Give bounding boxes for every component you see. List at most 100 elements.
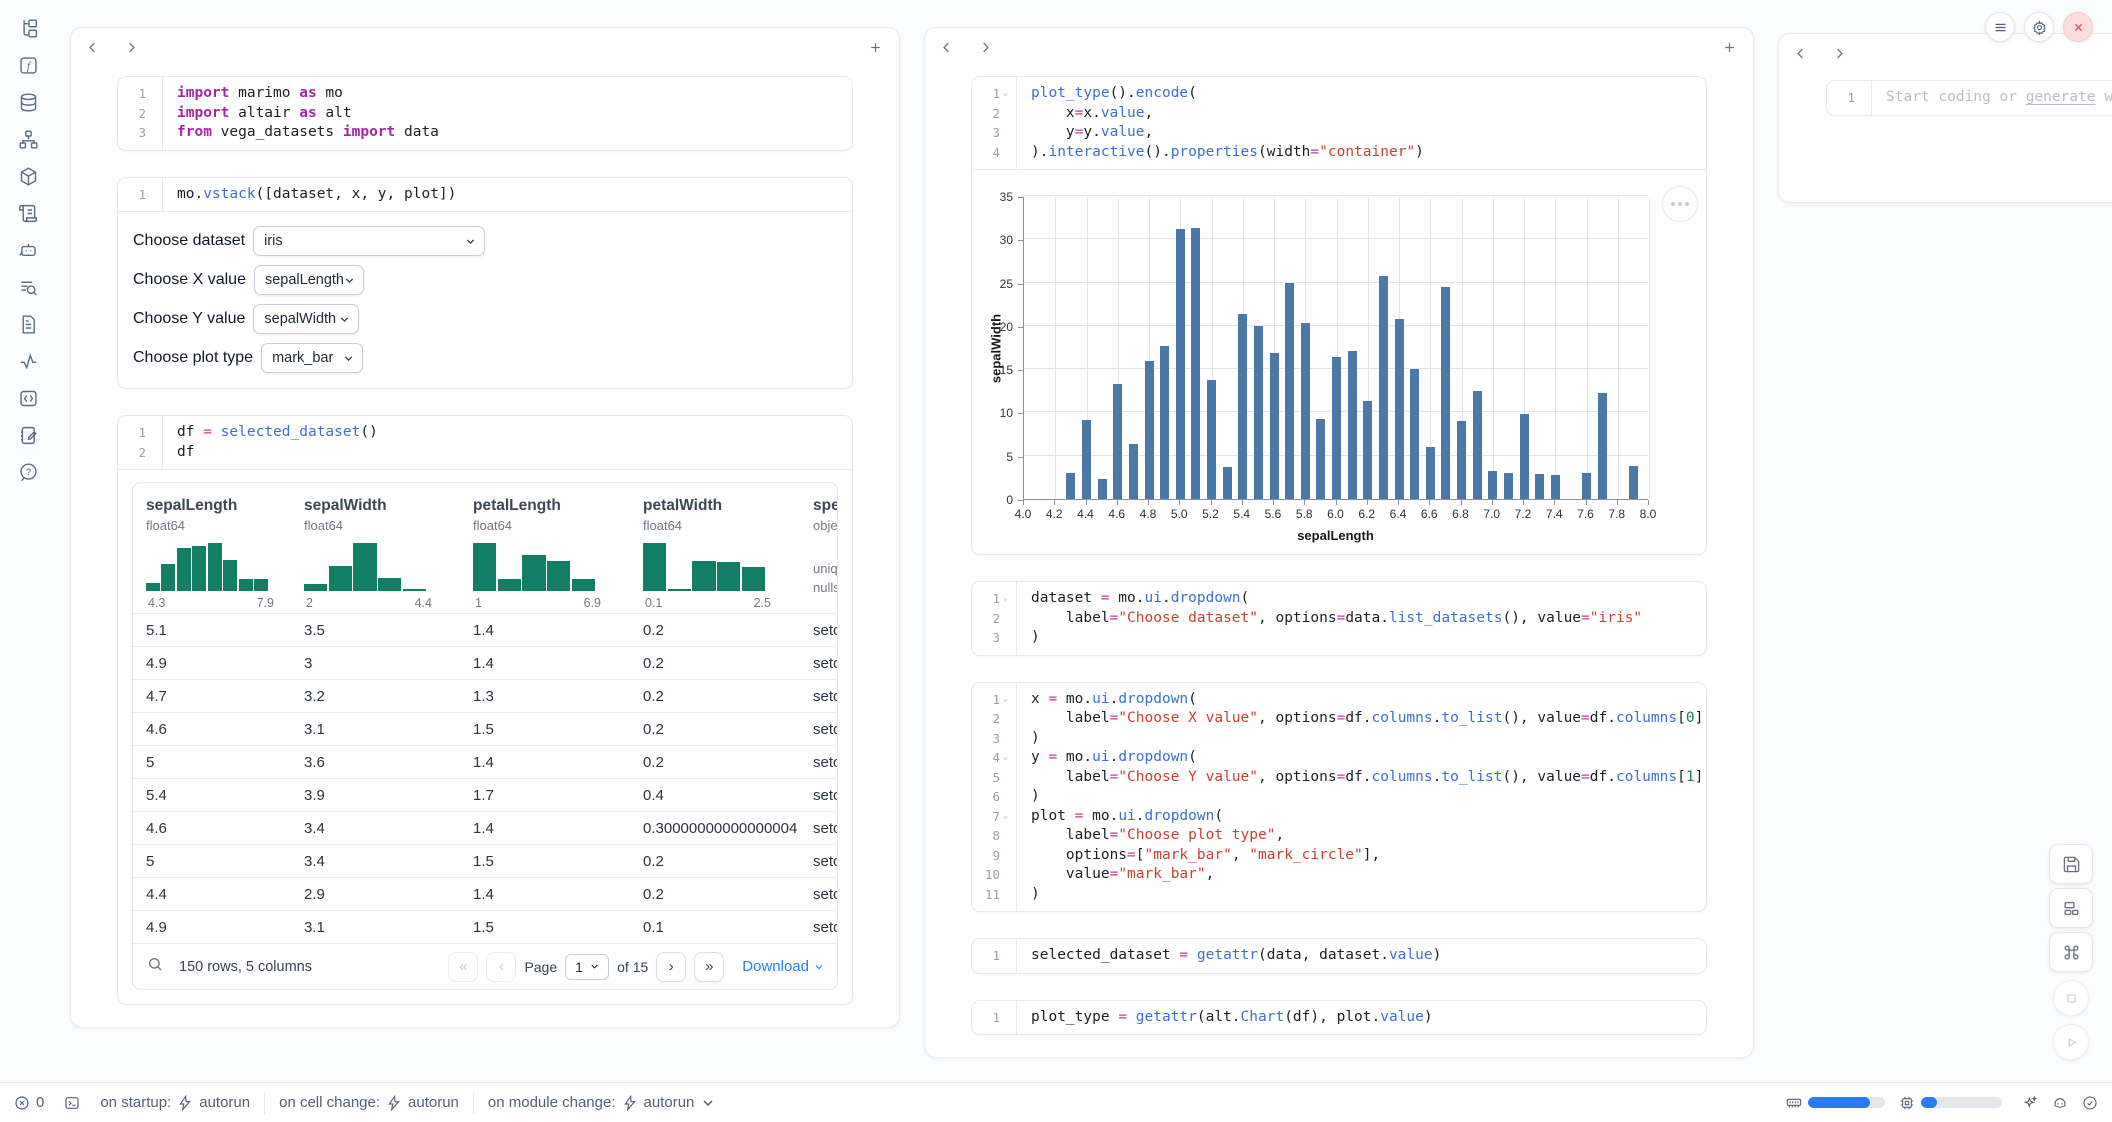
chevron-down-icon	[343, 274, 356, 287]
column-header[interactable]: sepalLengthfloat644.37.9	[133, 483, 291, 613]
check-circle-icon	[2082, 1095, 2098, 1111]
on-startup-setting[interactable]: on startup: autorun	[100, 1094, 250, 1111]
layout-button[interactable]	[2049, 888, 2093, 928]
on-module-change-setting[interactable]: on module change: autorun	[488, 1094, 716, 1111]
code-editor[interactable]: 1df = selected_dataset()2df	[118, 416, 852, 469]
code-line: 1⌄dataset = mo.ui.dropdown(	[972, 589, 1706, 609]
chart-bar	[1488, 471, 1497, 499]
copilot-button[interactable]	[2052, 1095, 2068, 1111]
code-editor[interactable]: 1⌄x = mo.ui.dropdown(2 label="Choose X v…	[972, 683, 1706, 912]
settings-gear-button[interactable]	[2024, 12, 2054, 42]
page-label: Page	[524, 959, 557, 975]
keyboard-shortcuts-button[interactable]	[2049, 932, 2093, 972]
chat-icon[interactable]	[16, 238, 40, 262]
code-editor[interactable]: 1selected_dataset = getattr(data, datase…	[972, 939, 1706, 973]
table-row[interactable]: 4.931.40.2setosa	[133, 646, 837, 679]
code-editor[interactable]: 1plot_type = getattr(alt.Chart(df), plot…	[972, 1001, 1706, 1035]
column-header[interactable]: sepalWidthfloat6424.4	[291, 483, 460, 613]
ram-usage[interactable]	[1786, 1095, 1885, 1111]
chart-bar	[1160, 346, 1169, 499]
add-cell-icon[interactable]	[868, 40, 883, 55]
on-cell-change-setting[interactable]: on cell change: autorun	[279, 1094, 459, 1111]
altair-chart[interactable]: 051015202530354.04.24.44.64.85.05.25.45.…	[972, 170, 1706, 554]
chevron-right-icon[interactable]	[124, 40, 139, 55]
outline-icon[interactable]	[16, 275, 40, 299]
column-header[interactable]: petalWidthfloat640.12.5	[630, 483, 800, 613]
datasources-icon[interactable]	[16, 90, 40, 114]
stop-button[interactable]	[2053, 980, 2089, 1016]
code-editor[interactable]: 1import marimo as mo2import altair as al…	[118, 77, 852, 150]
cpu-usage[interactable]	[1899, 1095, 2002, 1111]
chevron-left-icon[interactable]	[85, 40, 100, 55]
chevron-right-icon[interactable]	[1832, 46, 1847, 61]
column-histogram	[304, 543, 426, 591]
logs-icon[interactable]	[16, 201, 40, 225]
add-cell-icon[interactable]	[1722, 40, 1737, 55]
download-button[interactable]: Download	[742, 958, 825, 975]
chart-bar	[1223, 467, 1232, 499]
chart-bar	[1191, 228, 1200, 499]
table-row[interactable]: 5.13.51.40.2setosa	[133, 613, 837, 646]
help-icon[interactable]: ?	[16, 460, 40, 484]
table-row[interactable]: 5.43.91.70.4setosa	[133, 778, 837, 811]
dropdown-select[interactable]: sepalWidth	[253, 304, 359, 334]
table-row[interactable]: 4.93.11.50.1setosa	[133, 910, 837, 943]
sparkles-icon	[2022, 1095, 2038, 1111]
first-page-button[interactable]: «	[448, 952, 478, 982]
code-editor[interactable]: 1⌄plot_type().encode(2 x=x.value,3 y=y.v…	[972, 77, 1706, 169]
chevron-down-icon	[589, 961, 600, 972]
code-line: 4).interactive().properties(width="conta…	[972, 143, 1706, 163]
error-counter[interactable]: 0	[14, 1094, 44, 1111]
code-line: 2df	[118, 443, 852, 463]
table-row[interactable]: 4.42.91.40.2setosa	[133, 877, 837, 910]
code-editor[interactable]: 1⌄dataset = mo.ui.dropdown(2 label="Choo…	[972, 582, 1706, 655]
last-page-button[interactable]: »	[694, 952, 724, 982]
notebook-column-left: 1import marimo as mo2import altair as al…	[70, 27, 900, 1028]
dependency-graph-icon[interactable]	[16, 127, 40, 151]
variables-icon[interactable]: f	[16, 53, 40, 77]
table-row[interactable]: 4.63.41.40.30000000000000004setosa	[133, 811, 837, 844]
column-header[interactable]: petalLengthfloat6416.9	[460, 483, 630, 613]
shutdown-close-button[interactable]	[2063, 12, 2093, 42]
connection-status-button[interactable]	[2082, 1095, 2098, 1111]
tracing-icon[interactable]	[16, 349, 40, 373]
chevron-right-icon[interactable]	[978, 40, 993, 55]
chart-bar	[1441, 287, 1450, 499]
save-button[interactable]	[2049, 844, 2093, 884]
page-select[interactable]: 1	[565, 954, 609, 980]
ram-icon	[1786, 1095, 1802, 1111]
table-row[interactable]: 4.73.21.30.2setosa	[133, 679, 837, 712]
chart-bar	[1301, 323, 1310, 499]
snippets-icon[interactable]	[16, 386, 40, 410]
table-row[interactable]: 4.63.11.50.2setosa	[133, 712, 837, 745]
terminal-button[interactable]	[64, 1095, 80, 1111]
column-header[interactable]: speciesobjectunique:nulls:	[800, 483, 837, 613]
code-editor-placeholder[interactable]: 1Start coding or generate with	[1827, 81, 2112, 115]
chart-bar	[1176, 229, 1185, 499]
dropdown-select[interactable]: sepalLength	[254, 265, 364, 295]
chart-plot-area[interactable]	[1023, 197, 1648, 500]
documentation-icon[interactable]	[16, 312, 40, 336]
file-explorer-icon[interactable]	[16, 16, 40, 40]
chevron-left-icon[interactable]	[1793, 46, 1808, 61]
packages-icon[interactable]	[16, 164, 40, 188]
dropdown-select[interactable]: mark_bar	[261, 343, 363, 373]
table-row[interactable]: 53.41.50.2setosa	[133, 844, 837, 877]
next-page-button[interactable]: ›	[656, 952, 686, 982]
menu-button[interactable]	[1985, 12, 2015, 42]
scratchpad-icon[interactable]	[16, 423, 40, 447]
middle-panel-header	[925, 28, 1753, 66]
chart-bar	[1504, 473, 1513, 499]
run-button[interactable]	[2053, 1024, 2089, 1060]
chart-menu-button[interactable]	[1662, 186, 1698, 222]
search-icon[interactable]	[147, 956, 163, 977]
table-row[interactable]: 53.61.40.2setosa	[133, 745, 837, 778]
code-line: 1⌄plot_type().encode(	[972, 84, 1706, 104]
chart-bar	[1535, 474, 1544, 499]
dropdown-select[interactable]: iris	[253, 226, 485, 256]
chevron-left-icon[interactable]	[939, 40, 954, 55]
code-editor[interactable]: 1mo.vstack([dataset, x, y, plot])	[118, 178, 852, 212]
prev-page-button[interactable]: ‹	[486, 952, 516, 982]
ai-sparkles-button[interactable]	[2022, 1095, 2038, 1111]
code-line: 1import marimo as mo	[118, 84, 852, 104]
